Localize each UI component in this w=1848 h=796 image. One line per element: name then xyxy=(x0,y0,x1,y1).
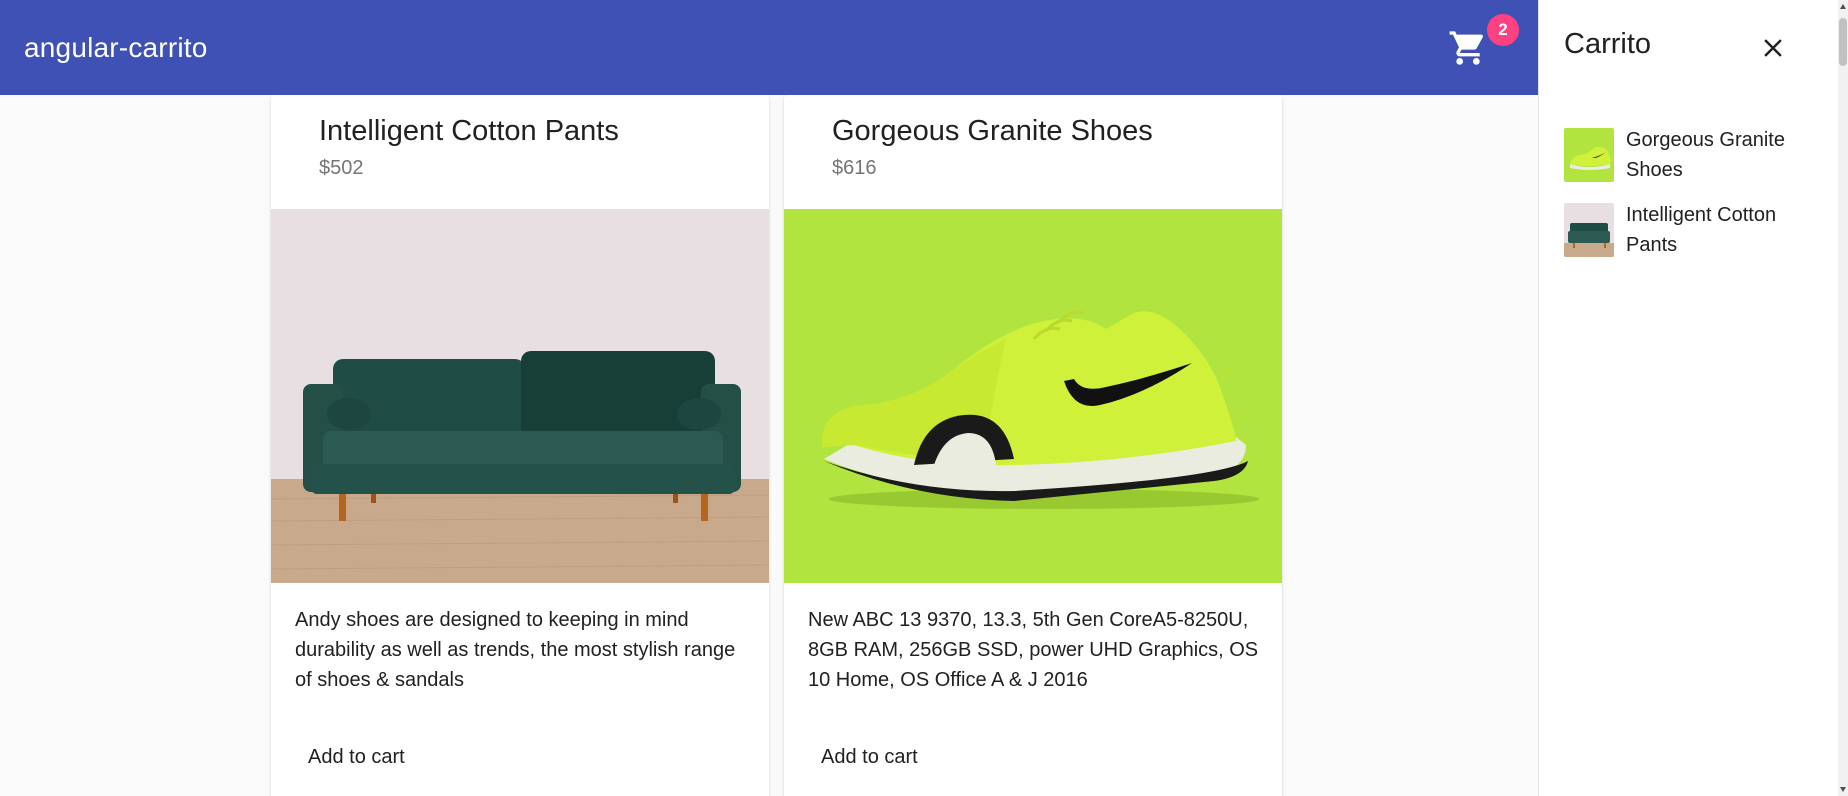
cart-item-name: Intelligent Cotton Pants xyxy=(1626,204,1777,256)
close-button[interactable] xyxy=(1753,28,1793,68)
sofa-image xyxy=(271,209,769,583)
scroll-up-arrow-icon[interactable] xyxy=(1840,4,1846,9)
add-to-cart-button[interactable]: Add to cart xyxy=(295,735,418,779)
add-to-cart-button[interactable]: Add to cart xyxy=(808,735,931,779)
product-price: $502 xyxy=(319,157,364,179)
product-image xyxy=(271,209,769,583)
cart-item-thumbnail xyxy=(1564,203,1614,257)
scrollbar-thumb[interactable] xyxy=(1839,18,1847,66)
product-title: Intelligent Cotton Pants xyxy=(319,115,619,147)
product-description: Andy shoes are designed to keeping in mi… xyxy=(295,609,736,691)
sneaker-image xyxy=(784,209,1282,583)
product-title: Gorgeous Granite Shoes xyxy=(832,115,1153,147)
toolbar: angular-carrito 2 xyxy=(0,0,1538,95)
shopping-cart-icon xyxy=(1449,31,1484,65)
app-title: angular-carrito xyxy=(24,31,208,63)
close-icon xyxy=(1764,39,1782,57)
cart-item-name: Gorgeous Granite Shoes xyxy=(1626,129,1785,181)
cart-item-thumbnail xyxy=(1564,128,1614,182)
product-card: Gorgeous Granite Shoes $616 New ABC 13 9… xyxy=(784,95,1282,796)
app: angular-carrito 2 Intelligent Cotton Pan… xyxy=(0,0,1848,796)
sidebar-title: Carrito xyxy=(1564,28,1652,60)
scroll-down-arrow-icon[interactable] xyxy=(1840,787,1846,792)
scrollbar[interactable] xyxy=(1838,0,1848,796)
product-image xyxy=(784,209,1282,583)
cart-sidebar: Carrito Gorgeous Granite Shoes Intellige… xyxy=(1538,0,1838,796)
cart-item[interactable]: Gorgeous Granite Shoes xyxy=(1564,128,1824,185)
main-content: angular-carrito 2 Intelligent Cotton Pan… xyxy=(0,0,1538,796)
product-description: New ABC 13 9370, 13.3, 5th Gen CoreA5-82… xyxy=(808,609,1259,691)
product-price: $616 xyxy=(832,157,877,179)
product-card: Intelligent Cotton Pants $502 Andy shoes… xyxy=(271,95,769,796)
cart-count-badge: 2 xyxy=(1487,14,1519,46)
cart-item[interactable]: Intelligent Cotton Pants xyxy=(1564,203,1824,260)
cart-list: Gorgeous Granite Shoes Intelligent Cotto… xyxy=(1564,128,1824,278)
cart-button[interactable] xyxy=(1448,28,1488,68)
